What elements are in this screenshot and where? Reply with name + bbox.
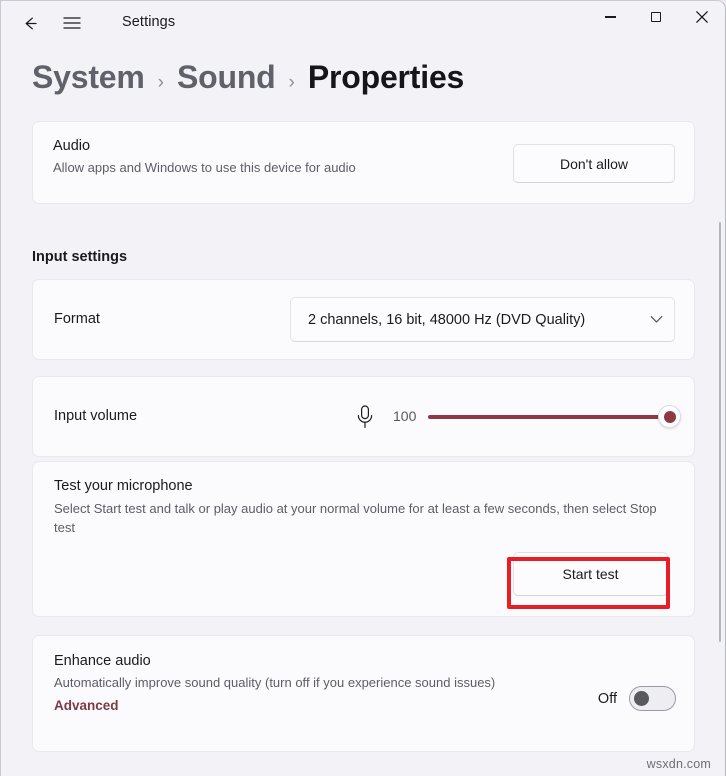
chevron-down-icon [638, 315, 674, 324]
audio-card: Audio Allow apps and Windows to use this… [32, 121, 695, 204]
enhance-audio-toggle-group: Off [598, 686, 676, 711]
title-bar: Settings [1, 1, 725, 48]
enhance-audio-title: Enhance audio [54, 653, 151, 669]
microphone-icon [354, 403, 376, 436]
scrollbar-thumb[interactable] [718, 222, 721, 642]
toggle-knob [634, 691, 649, 706]
input-volume-card: Input volume 100 [32, 376, 695, 457]
breadcrumb-separator: › [157, 72, 164, 93]
microphone-test-card: Test your microphone Select Start test a… [32, 461, 695, 617]
advanced-link[interactable]: Advanced [54, 698, 119, 713]
input-settings-heading: Input settings [32, 249, 128, 265]
breadcrumb-item-properties: Properties [307, 59, 465, 95]
back-arrow-icon [25, 17, 37, 29]
microphone-test-subtitle: Select Start test and talk or play audio… [54, 501, 657, 535]
breadcrumb-item-system[interactable]: System [32, 59, 145, 96]
format-value: 2 channels, 16 bit, 48000 Hz (DVD Qualit… [308, 311, 586, 328]
format-dropdown[interactable]: 2 channels, 16 bit, 48000 Hz (DVD Qualit… [290, 297, 675, 342]
input-volume-slider-track[interactable] [428, 415, 671, 419]
maximize-button[interactable] [633, 1, 679, 33]
enhance-audio-toggle-state: Off [597, 690, 617, 707]
input-volume-label: Input volume [54, 408, 138, 424]
settings-content: Audio Allow apps and Windows to use this… [1, 116, 725, 776]
watermark: wsxdn.com [646, 757, 711, 771]
hamburger-icon [63, 17, 81, 29]
audio-title: Audio [53, 138, 91, 154]
breadcrumb-item-sound[interactable]: Sound [177, 59, 276, 96]
input-volume-value: 100 [393, 408, 417, 424]
enhance-audio-toggle[interactable] [629, 686, 676, 711]
enhance-audio-subtitle: Automatically improve sound quality (tur… [54, 675, 496, 690]
breadcrumb-separator: › [288, 72, 295, 93]
format-card: Format 2 channels, 16 bit, 48000 Hz (DVD… [32, 279, 695, 360]
window-title: Settings [122, 14, 176, 30]
microphone-test-text: Test your microphone Select Start test a… [54, 478, 664, 537]
minimize-button[interactable] [587, 1, 633, 33]
input-volume-slider-thumb[interactable] [658, 405, 681, 428]
audio-card-text: Audio Allow apps and Windows to use this… [53, 138, 356, 177]
close-button[interactable] [679, 1, 725, 33]
format-label: Format [54, 311, 100, 327]
enhance-audio-card: Enhance audio Automatically improve soun… [32, 635, 695, 752]
dont-allow-button[interactable]: Don't allow [513, 144, 675, 183]
start-test-button[interactable]: Start test [513, 552, 668, 596]
enhance-audio-text: Enhance audio Automatically improve soun… [54, 653, 554, 715]
audio-subtitle: Allow apps and Windows to use this devic… [53, 160, 356, 175]
navigation-menu-button[interactable] [55, 6, 89, 40]
back-button[interactable] [13, 6, 47, 40]
maximize-icon [651, 12, 661, 22]
close-icon [696, 11, 708, 23]
slider-thumb-dot [663, 410, 676, 423]
settings-window: Settings System › Sound › Properties Aud… [0, 0, 726, 776]
breadcrumb: System › Sound › Properties [32, 59, 464, 96]
minimize-icon [604, 16, 616, 18]
microphone-test-title: Test your microphone [54, 478, 193, 494]
